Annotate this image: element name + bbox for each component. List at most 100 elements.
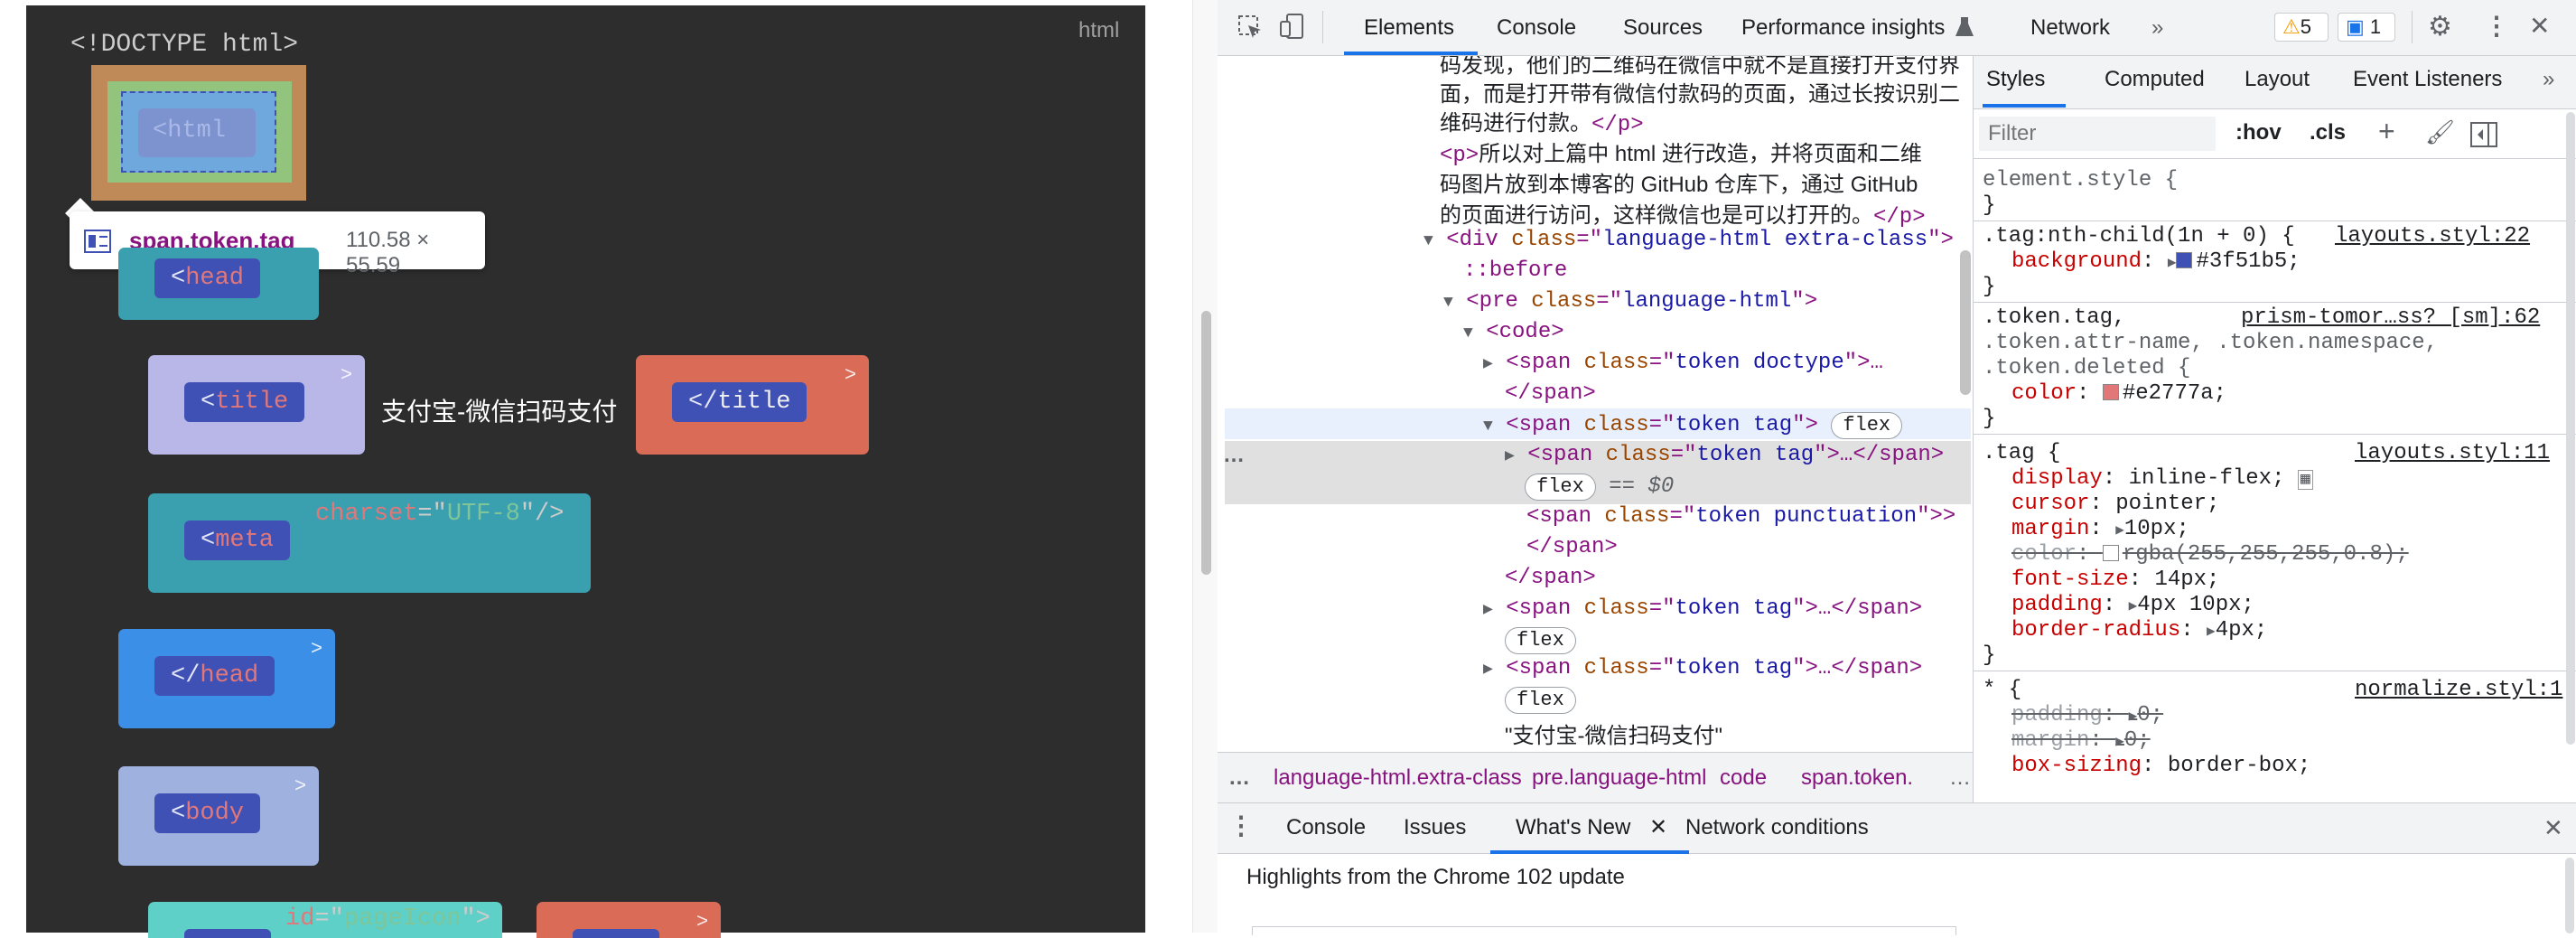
rule-declaration-overridden[interactable]: padding: ▶0; <box>2011 703 2163 727</box>
drawer-tab-whats-new[interactable]: What's New <box>1516 815 1630 840</box>
breadcrumb-item[interactable]: code <box>1720 765 1767 791</box>
elements-tree[interactable]: 码发现，他们的二维码在微信中就不是直接打开支付界 面，而是打开带有微信付款码的页… <box>1218 56 1973 752</box>
hov-toggle[interactable]: :hov <box>2235 120 2282 145</box>
styles-scrollbar-thumb[interactable] <box>2566 112 2575 745</box>
node-pre[interactable]: ▼ <pre class="language-html"> <box>1443 289 1817 314</box>
filter-input[interactable] <box>1979 117 2216 151</box>
rule-declaration[interactable]: color: #e2777a; <box>2011 381 2226 406</box>
toggle-sidebar-icon[interactable] <box>2470 122 2497 147</box>
node-code[interactable]: ▼ <code> <box>1463 320 1564 344</box>
node-before[interactable]: ::before <box>1463 258 1567 283</box>
elements-scrollbar-thumb[interactable] <box>1960 250 1971 395</box>
row-dots[interactable]: … <box>1223 443 1245 468</box>
cls-toggle[interactable]: .cls <box>2310 120 2346 145</box>
rule-declaration[interactable]: background: ▶ #3f51b5; <box>2011 249 2301 274</box>
breadcrumb-more[interactable]: … <box>1949 765 1971 791</box>
flex-badge[interactable]: flex <box>1525 474 1596 501</box>
new-style-rule-icon[interactable]: + <box>2378 115 2395 148</box>
inspect-element-icon[interactable] <box>1237 14 1265 42</box>
tab-sources[interactable]: Sources <box>1623 15 1703 41</box>
drawer-scrollbar-thumb[interactable] <box>2565 858 2574 933</box>
flexbox-editor-icon[interactable]: ▦ <box>2297 470 2313 490</box>
node-span-tag[interactable]: ▶ <span class="token tag">…</span> <box>1483 596 1922 621</box>
tag-div-partial[interactable]: id="pageIcon"> <box>148 902 502 938</box>
rule-declaration-overridden[interactable]: margin: ▶0; <box>2011 728 2151 753</box>
more-options-icon[interactable]: ⋮ <box>2484 11 2509 41</box>
node-span-close[interactable]: </span> <box>1505 566 1596 590</box>
settings-gear-icon[interactable]: ⚙ <box>2428 11 2452 42</box>
rule-declaration-overridden[interactable]: color: rgba(255,255,255,0.8); <box>2011 542 2409 567</box>
tag-title-open[interactable]: <title > <box>148 355 365 455</box>
node-span-close[interactable]: </span> <box>1526 535 1618 559</box>
rule-declaration[interactable]: display: inline-flex; ▦ <box>2011 466 2313 491</box>
tab-styles[interactable]: Styles <box>1986 67 2045 92</box>
tag-pill-title-close: </title <box>672 382 807 422</box>
rule-element-style[interactable]: element.style { <box>1983 168 2178 192</box>
tab-event-listeners[interactable]: Event Listeners <box>2353 67 2502 92</box>
node-span-selected[interactable]: ▶ <span class="token tag">…</span> <box>1505 443 1944 467</box>
paint-brush-icon[interactable]: 🖌 <box>2425 118 2455 146</box>
breadcrumb-item[interactable]: pre.language-html <box>1532 765 1706 791</box>
color-swatch[interactable] <box>2102 545 2119 561</box>
rule-declaration[interactable]: margin: ▶10px; <box>2011 517 2189 541</box>
tag-body[interactable]: <body > <box>118 766 319 866</box>
rule-declaration[interactable]: font-size: 14px; <box>2011 567 2219 592</box>
tab-network[interactable]: Network <box>2030 15 2110 41</box>
flex-badge[interactable]: flex <box>1505 687 1576 714</box>
node-span-punctuation[interactable]: <span class="token punctuation">> <box>1526 504 1955 529</box>
tag-head-close[interactable]: </head > <box>118 629 335 728</box>
node-span-tag[interactable]: ▼ <span class="token tag"> flex <box>1483 412 1903 439</box>
tab-console[interactable]: Console <box>1497 15 1576 41</box>
node-div[interactable]: ▼ <div class="language-html extra-class"… <box>1423 228 1954 252</box>
drawer-tab-console[interactable]: Console <box>1286 815 1366 840</box>
messages-badge[interactable]: ▣ 1 <box>2338 13 2395 42</box>
more-tabs-button[interactable]: » <box>2543 67 2554 92</box>
rule-declaration[interactable]: cursor: pointer; <box>2011 492 2219 516</box>
rule-selector[interactable]: * { <box>1983 678 2021 702</box>
drawer-tab-network-conditions[interactable]: Network conditions <box>1685 815 1869 840</box>
rule-source-link[interactable]: layouts.styl:22 <box>2335 224 2530 249</box>
node-span-tag[interactable]: ▶ <span class="token tag">…</span> <box>1483 656 1922 680</box>
close-devtools-icon[interactable]: ✕ <box>2529 11 2550 41</box>
drawer-menu-icon[interactable]: ⋮ <box>1228 811 1254 840</box>
text-node[interactable]: "支付宝-微信扫码支付" <box>1505 718 1722 749</box>
rule-declaration[interactable]: border-radius: ▶4px; <box>2011 618 2267 643</box>
whats-new-card[interactable] <box>1252 926 1956 935</box>
rule-selector[interactable]: .token.attr-name, .token.namespace, <box>1983 331 2438 355</box>
node-span-doctype[interactable]: ▶ <span class="token doctype">… <box>1483 351 1883 375</box>
tag-close-partial[interactable]: > <box>537 902 721 938</box>
tab-performance-insights[interactable]: Performance insights <box>1741 15 1945 41</box>
flex-badge[interactable]: flex <box>1831 412 1903 439</box>
breadcrumb-more[interactable]: … <box>1228 765 1250 791</box>
rule-declaration[interactable]: padding: ▶4px 10px; <box>2011 593 2254 617</box>
tag-head[interactable]: <head <box>118 248 319 320</box>
color-swatch[interactable] <box>2176 252 2193 268</box>
device-toolbar-icon[interactable] <box>1279 13 1306 42</box>
page-scrollbar-thumb[interactable] <box>1201 311 1211 575</box>
rule-selector[interactable]: .token.deleted { <box>1983 356 2190 380</box>
rule-selector[interactable]: .tag { <box>1983 441 2060 465</box>
warnings-badge[interactable]: ⚠5 <box>2274 13 2329 42</box>
breadcrumb-item[interactable]: language-html.extra-class <box>1274 765 1522 791</box>
more-tabs-button[interactable]: » <box>2151 15 2163 41</box>
color-swatch[interactable] <box>2102 384 2119 400</box>
rule-source-link[interactable]: prism-tomor…ss? [sm]:62 <box>2241 305 2540 330</box>
close-tab-icon[interactable]: ✕ <box>1649 814 1667 840</box>
node-span-close[interactable]: </span> <box>1505 381 1596 406</box>
rule-selector[interactable]: .token.tag, <box>1983 305 2125 330</box>
breadcrumb-item[interactable]: span.token. <box>1801 765 1913 791</box>
html-tag[interactable]: <html <box>138 108 256 157</box>
tag-meta[interactable]: <meta charset="UTF-8"/> <box>148 493 591 593</box>
tab-computed[interactable]: Computed <box>2105 67 2205 92</box>
drawer-tab-issues[interactable]: Issues <box>1404 815 1466 840</box>
tag-title-close[interactable]: </title > <box>636 355 869 455</box>
rule-source-link[interactable]: normalize.styl:1 <box>2355 678 2562 702</box>
rule-source-link[interactable]: layouts.styl:11 <box>2355 441 2550 465</box>
close-drawer-icon[interactable]: ✕ <box>2543 814 2563 842</box>
flex-badge[interactable]: flex <box>1505 627 1576 654</box>
divider <box>1974 220 2576 221</box>
tab-elements[interactable]: Elements <box>1364 15 1454 41</box>
rule-declaration[interactable]: box-sizing: border-box; <box>2011 754 2310 778</box>
rule-selector[interactable]: .tag:nth-child(1n + 0) { <box>1983 224 2295 249</box>
tab-layout[interactable]: Layout <box>2245 67 2310 92</box>
